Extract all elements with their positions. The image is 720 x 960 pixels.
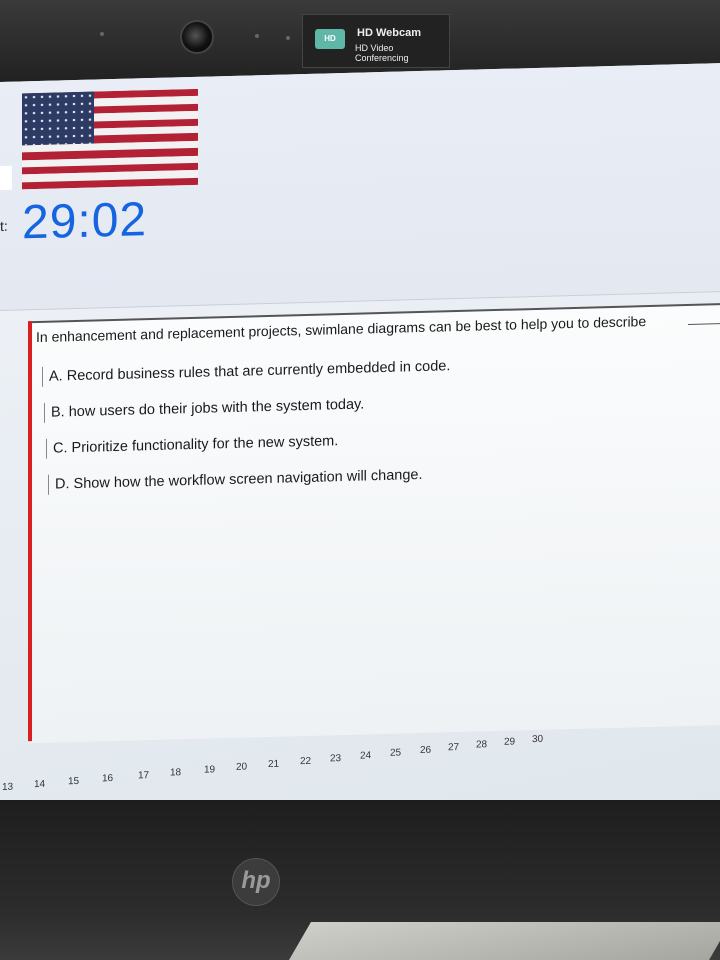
sensor-dot xyxy=(255,34,259,38)
option-c[interactable]: C. Prioritize functionality for the new … xyxy=(46,431,339,459)
page-link-19[interactable]: 19 xyxy=(204,764,215,775)
webcam-title: HD Webcam xyxy=(357,27,421,39)
question-accent-bar xyxy=(28,321,32,742)
laptop-bottom-bezel: hp xyxy=(0,800,720,960)
laptop-base xyxy=(289,922,720,960)
side-tab xyxy=(0,165,12,190)
page-link-13[interactable]: 13 xyxy=(2,782,13,793)
question-text: In enhancement and replacement projects,… xyxy=(36,313,647,346)
page-link-20[interactable]: 20 xyxy=(236,762,247,773)
question-panel: In enhancement and replacement projects,… xyxy=(28,303,720,744)
webcam-subtitle: HD Video Conferencing xyxy=(355,43,409,63)
us-flag-icon xyxy=(22,88,198,190)
page-link-29[interactable]: 29 xyxy=(504,737,515,748)
option-d[interactable]: D. Show how the workflow screen navigati… xyxy=(48,464,423,495)
page-link-21[interactable]: 21 xyxy=(268,759,279,770)
page-link-26[interactable]: 26 xyxy=(420,745,431,756)
page-link-22[interactable]: 22 xyxy=(300,756,311,767)
page-link-28[interactable]: 28 xyxy=(476,739,487,750)
laptop-screen: t: 29:02 In enhancement and replacement … xyxy=(0,63,720,853)
option-a[interactable]: A. Record business rules that are curren… xyxy=(42,356,451,387)
page-link-24[interactable]: 24 xyxy=(360,750,371,761)
sensor-dot xyxy=(286,36,290,40)
option-b[interactable]: B. how users do their jobs with the syst… xyxy=(44,394,365,423)
answer-blank xyxy=(688,323,720,325)
page-link-23[interactable]: 23 xyxy=(330,753,341,764)
exam-header: t: 29:02 xyxy=(0,63,720,312)
webcam-lens-icon xyxy=(180,20,214,54)
page-link-27[interactable]: 27 xyxy=(448,742,459,753)
page-link-18[interactable]: 18 xyxy=(170,767,181,778)
sensor-dot xyxy=(100,32,104,36)
page-link-14[interactable]: 14 xyxy=(34,779,45,790)
page-link-25[interactable]: 25 xyxy=(390,747,401,758)
page-link-30[interactable]: 30 xyxy=(532,734,543,745)
countdown-timer: 29:02 xyxy=(22,193,148,250)
question-pagination: 13 14 15 16 17 18 19 20 21 22 23 24 25 2… xyxy=(0,734,720,802)
page-link-17[interactable]: 17 xyxy=(138,770,149,781)
webcam-icon: HD xyxy=(315,29,345,49)
page-link-16[interactable]: 16 xyxy=(102,773,113,784)
page-link-15[interactable]: 15 xyxy=(68,776,79,787)
timer-prefix: t: xyxy=(0,217,8,234)
hp-logo: hp xyxy=(232,858,280,906)
webcam-sticker: HD HD Webcam HD Video Conferencing xyxy=(302,14,450,68)
